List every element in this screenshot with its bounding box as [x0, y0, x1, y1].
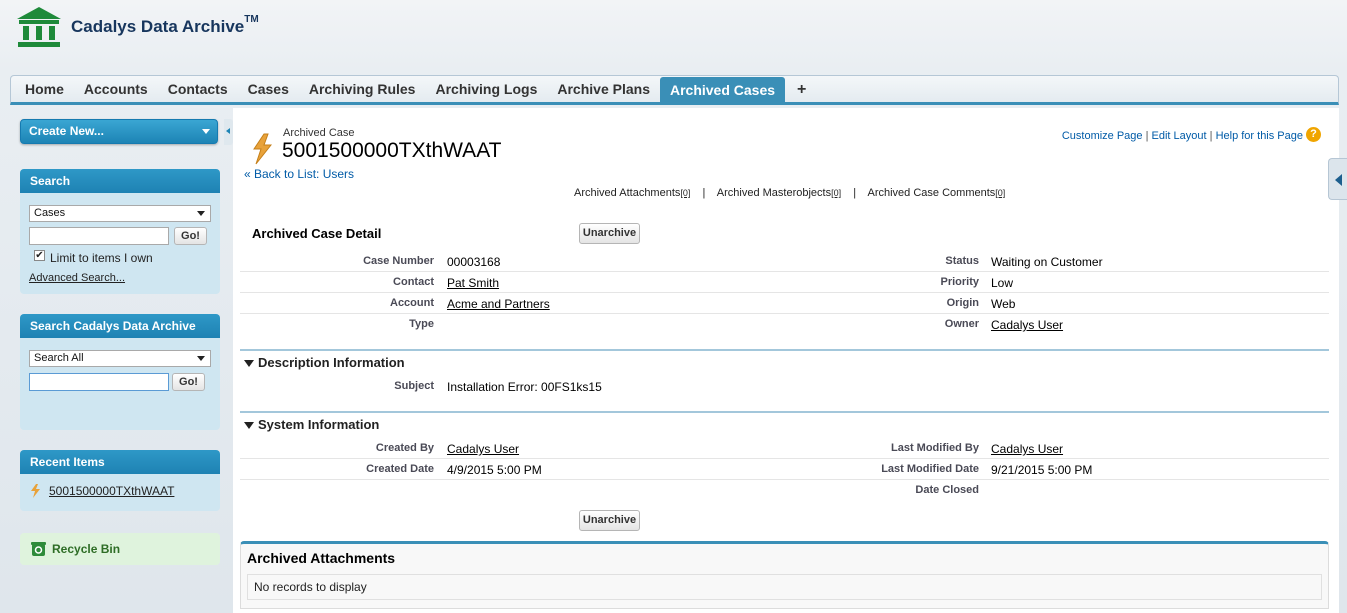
collapse-sidebar-handle[interactable]	[224, 119, 233, 145]
owner-link[interactable]: Cadalys User	[991, 318, 1063, 332]
tab-archiving-logs[interactable]: Archiving Logs	[425, 76, 547, 102]
app-header: Cadalys Data ArchiveTM	[0, 0, 1347, 74]
unarchive-button-top[interactable]: Unarchive	[579, 223, 640, 244]
status-value: Waiting on Customer	[991, 255, 1103, 269]
system-section-header[interactable]: System Information	[240, 411, 1329, 435]
search-panel: Search Cases Go! ✔ Limit to items I own …	[20, 169, 220, 294]
archive-search-panel: Search Cadalys Data Archive Search All G…	[20, 314, 220, 430]
archived-attachments-list: Archived Attachments No records to displ…	[240, 541, 1329, 609]
limit-label: Limit to items I own	[50, 251, 153, 265]
subject-value: Installation Error: 00FS1ks15	[447, 380, 602, 394]
field-row: Account Acme and Partners Origin Web	[240, 293, 1329, 314]
edit-layout-link[interactable]: Edit Layout	[1152, 130, 1207, 142]
status-label: Status	[945, 255, 979, 267]
related-link-case-comments[interactable]: Archived Case Comments[0]	[868, 187, 1006, 199]
field-row: Case Number 00003168 Status Waiting on C…	[240, 251, 1329, 272]
archive-search-title: Search Cadalys Data Archive	[20, 314, 220, 338]
field-row: Created By Cadalys User Last Modified By…	[240, 438, 1329, 459]
tab-contacts[interactable]: Contacts	[158, 76, 238, 102]
recycle-bin[interactable]: Recycle Bin	[20, 533, 220, 565]
owner-label: Owner	[944, 318, 979, 330]
origin-value: Web	[991, 297, 1016, 311]
recent-item-link[interactable]: 5001500000TXthWAAT	[49, 484, 174, 498]
building-logo-icon	[17, 7, 61, 47]
field-row: Date Closed	[240, 480, 1329, 501]
empty-list-message: No records to display	[247, 574, 1322, 600]
tab-archived-cases[interactable]: Archived Cases	[659, 77, 786, 102]
contact-label: Contact	[393, 276, 434, 288]
tab-archiving-rules[interactable]: Archiving Rules	[299, 76, 426, 102]
recycle-bin-icon	[31, 542, 46, 556]
dropdown-arrow-icon	[197, 211, 205, 216]
tab-archive-plans[interactable]: Archive Plans	[547, 76, 660, 102]
limit-checkbox[interactable]: ✔	[34, 250, 45, 261]
case-number-label: Case Number	[363, 255, 434, 267]
tab-cases[interactable]: Cases	[238, 76, 299, 102]
last-modified-by-label: Last Modified By	[890, 442, 979, 454]
archive-search-input[interactable]	[29, 373, 169, 391]
created-date-label: Created Date	[366, 463, 434, 475]
archive-go-button[interactable]: Go!	[172, 373, 205, 391]
search-input[interactable]	[29, 227, 169, 245]
back-to-list-link[interactable]: « Back to List: Users	[244, 167, 354, 181]
help-icon[interactable]: ?	[1306, 127, 1321, 142]
last-modified-date-value: 9/21/2015 5:00 PM	[991, 463, 1093, 477]
field-row: Subject Installation Error: 00FS1ks15	[240, 376, 1329, 397]
search-scope-select[interactable]: Cases	[29, 205, 211, 222]
description-section-header[interactable]: Description Information	[240, 349, 1329, 373]
expand-panel-handle[interactable]	[1328, 158, 1347, 200]
collapse-triangle-icon	[244, 422, 254, 429]
related-list-links: Archived Attachments[0] | Archived Maste…	[574, 187, 1006, 199]
created-date-value: 4/9/2015 5:00 PM	[447, 463, 542, 477]
help-link[interactable]: Help for this Page	[1216, 130, 1303, 142]
archived-case-icon	[31, 484, 40, 498]
detail-section-title: Archived Case Detail	[252, 226, 382, 241]
create-new-button[interactable]: Create New...	[20, 119, 218, 144]
search-go-button[interactable]: Go!	[174, 227, 207, 245]
related-link-masterobjects[interactable]: Archived Masterobjects[0]	[717, 187, 841, 199]
search-panel-title: Search	[20, 169, 220, 193]
dropdown-arrow-icon	[197, 356, 205, 361]
type-label: Type	[409, 318, 434, 330]
archive-scope-select[interactable]: Search All	[29, 350, 211, 367]
recent-items-panel: Recent Items 5001500000TXthWAAT	[20, 450, 220, 511]
tab-bar: Home Accounts Contacts Cases Archiving R…	[10, 75, 1339, 105]
recycle-bin-label: Recycle Bin	[52, 542, 121, 556]
priority-value: Low	[991, 276, 1014, 290]
contact-link[interactable]: Pat Smith	[447, 276, 499, 290]
record-name: 5001500000TXthWAAT	[282, 139, 502, 162]
case-number-value: 00003168	[447, 255, 501, 269]
last-modified-by-link[interactable]: Cadalys User	[991, 442, 1063, 456]
created-by-link[interactable]: Cadalys User	[447, 442, 519, 456]
unarchive-button-bottom[interactable]: Unarchive	[579, 510, 640, 531]
field-row: Contact Pat Smith Priority Low	[240, 272, 1329, 293]
object-type-label: Archived Case	[283, 127, 355, 139]
add-tab-button[interactable]: +	[785, 76, 818, 102]
collapse-triangle-icon	[244, 360, 254, 367]
record-detail-panel: Archived Case 5001500000TXthWAAT « Back …	[233, 108, 1339, 613]
field-row: Created Date 4/9/2015 5:00 PM Last Modif…	[240, 459, 1329, 480]
last-modified-date-label: Last Modified Date	[881, 463, 979, 475]
field-row: Type Owner Cadalys User	[240, 314, 1329, 335]
chevron-down-icon	[202, 129, 210, 134]
advanced-search-link[interactable]: Advanced Search...	[29, 272, 125, 284]
tab-accounts[interactable]: Accounts	[74, 76, 158, 102]
app-title: Cadalys Data ArchiveTM	[71, 14, 259, 36]
origin-label: Origin	[946, 297, 979, 309]
related-link-attachments[interactable]: Archived Attachments[0]	[574, 187, 690, 199]
archived-attachments-title: Archived Attachments	[247, 550, 396, 566]
page-links: Customize Page | Edit Layout | Help for …	[1061, 130, 1303, 142]
customize-page-link[interactable]: Customize Page	[1062, 130, 1143, 142]
priority-label: Priority	[940, 276, 979, 288]
subject-label: Subject	[394, 380, 434, 392]
archived-case-icon	[253, 133, 272, 165]
tab-home[interactable]: Home	[15, 76, 74, 102]
recent-items-title: Recent Items	[20, 450, 220, 474]
account-label: Account	[390, 297, 434, 309]
account-link[interactable]: Acme and Partners	[447, 297, 550, 311]
date-closed-label: Date Closed	[915, 484, 979, 496]
created-by-label: Created By	[375, 442, 434, 454]
